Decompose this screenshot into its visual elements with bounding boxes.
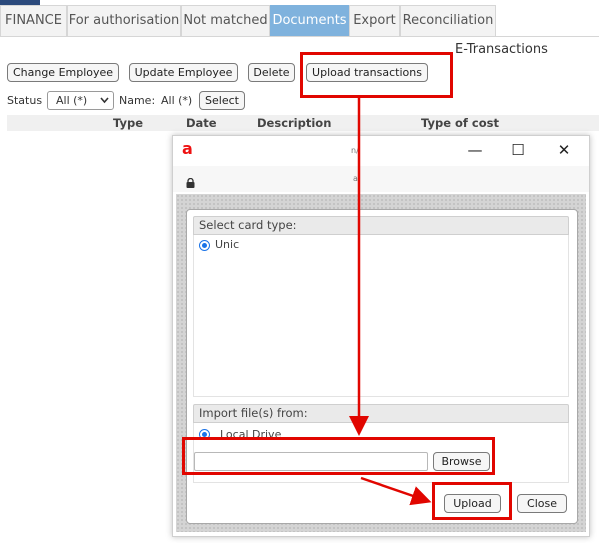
arrow-to-upload	[360, 476, 432, 506]
annotation-arrows	[349, 98, 432, 506]
